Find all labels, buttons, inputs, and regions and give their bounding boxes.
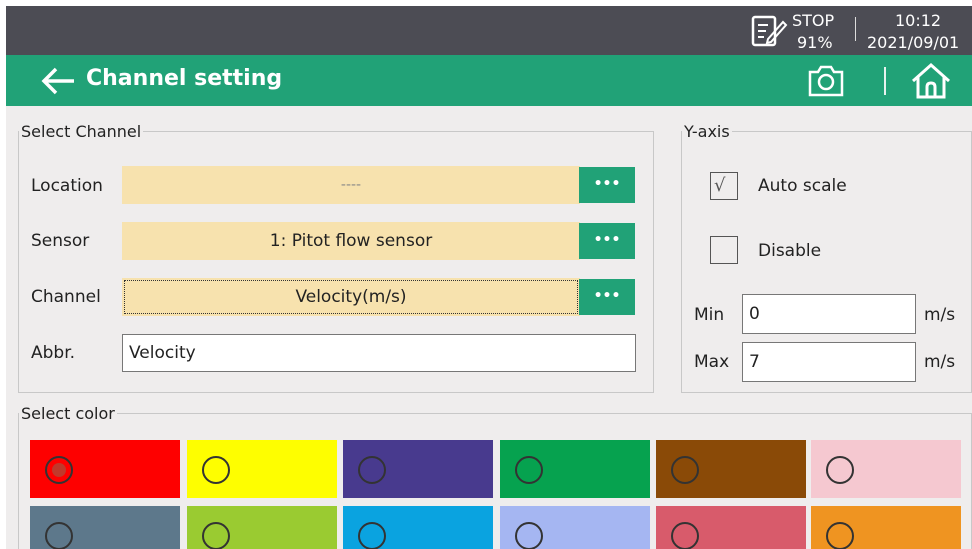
select-color-legend: Select color bbox=[21, 404, 115, 423]
color-swatch[interactable] bbox=[343, 440, 493, 498]
home-icon[interactable] bbox=[910, 61, 952, 101]
color-radio[interactable] bbox=[358, 522, 386, 549]
color-radio[interactable] bbox=[826, 522, 854, 549]
auto-scale-label: Auto scale bbox=[758, 176, 847, 196]
title-bar: Channel setting bbox=[6, 55, 972, 106]
color-radio[interactable] bbox=[671, 456, 699, 484]
color-radio[interactable] bbox=[358, 456, 386, 484]
min-label: Min bbox=[694, 305, 725, 325]
max-input[interactable] bbox=[742, 342, 916, 382]
channel-field[interactable]: Velocity(m/s) bbox=[122, 278, 580, 316]
disable-checkbox[interactable] bbox=[710, 236, 738, 264]
color-swatch[interactable] bbox=[656, 440, 806, 498]
radio-selected-dot bbox=[52, 463, 66, 477]
color-swatch[interactable] bbox=[30, 506, 180, 549]
abbr-label: Abbr. bbox=[31, 343, 76, 363]
location-label: Location bbox=[31, 176, 103, 196]
status-bar: STOP 91% 10:12 2021/09/01 bbox=[6, 6, 972, 55]
disable-label: Disable bbox=[758, 241, 822, 261]
title-divider bbox=[884, 67, 886, 95]
color-radio[interactable] bbox=[45, 522, 73, 549]
abbr-input[interactable] bbox=[122, 334, 636, 372]
color-swatch[interactable] bbox=[500, 440, 650, 498]
min-unit: m/s bbox=[924, 305, 956, 325]
color-swatch[interactable] bbox=[811, 440, 961, 498]
channel-label: Channel bbox=[31, 287, 101, 307]
auto-scale-checkbox[interactable]: √ bbox=[710, 172, 738, 200]
location-field[interactable]: ---- bbox=[122, 166, 580, 204]
sensor-label: Sensor bbox=[31, 231, 90, 251]
clock-date: 2021/09/01 bbox=[867, 33, 960, 52]
color-swatch[interactable] bbox=[343, 506, 493, 549]
record-form-icon[interactable] bbox=[750, 12, 788, 50]
clock-time: 10:12 bbox=[895, 11, 942, 30]
color-radio[interactable] bbox=[826, 456, 854, 484]
color-swatch[interactable] bbox=[656, 506, 806, 549]
min-input[interactable] bbox=[742, 294, 916, 334]
color-swatch[interactable] bbox=[187, 440, 337, 498]
channel-more-button[interactable]: ••• bbox=[579, 279, 635, 315]
color-radio[interactable] bbox=[671, 522, 699, 549]
y-axis-legend: Y-axis bbox=[684, 122, 730, 141]
select-channel-legend: Select Channel bbox=[21, 122, 142, 141]
color-swatch[interactable] bbox=[500, 506, 650, 549]
recording-status: STOP bbox=[792, 11, 835, 30]
color-radio[interactable] bbox=[202, 456, 230, 484]
sensor-field[interactable]: 1: Pitot flow sensor bbox=[122, 222, 580, 260]
sensor-more-button[interactable]: ••• bbox=[579, 223, 635, 259]
back-arrow-icon[interactable] bbox=[40, 65, 76, 97]
camera-icon[interactable] bbox=[806, 63, 846, 99]
max-label: Max bbox=[694, 352, 730, 372]
color-radio[interactable] bbox=[515, 522, 543, 549]
location-more-button[interactable]: ••• bbox=[579, 167, 635, 203]
color-radio[interactable] bbox=[202, 522, 230, 549]
battery-level: 91% bbox=[797, 33, 833, 52]
settings-content: Select Channel Location ---- ••• Sensor … bbox=[6, 106, 972, 549]
color-swatch[interactable] bbox=[187, 506, 337, 549]
page-title: Channel setting bbox=[86, 66, 283, 91]
checkmark-icon: √ bbox=[714, 175, 726, 196]
max-unit: m/s bbox=[924, 352, 956, 372]
color-swatch[interactable] bbox=[30, 440, 180, 498]
color-radio[interactable] bbox=[515, 456, 543, 484]
status-divider bbox=[855, 17, 856, 41]
color-swatch[interactable] bbox=[811, 506, 961, 549]
color-radio[interactable] bbox=[45, 456, 73, 484]
